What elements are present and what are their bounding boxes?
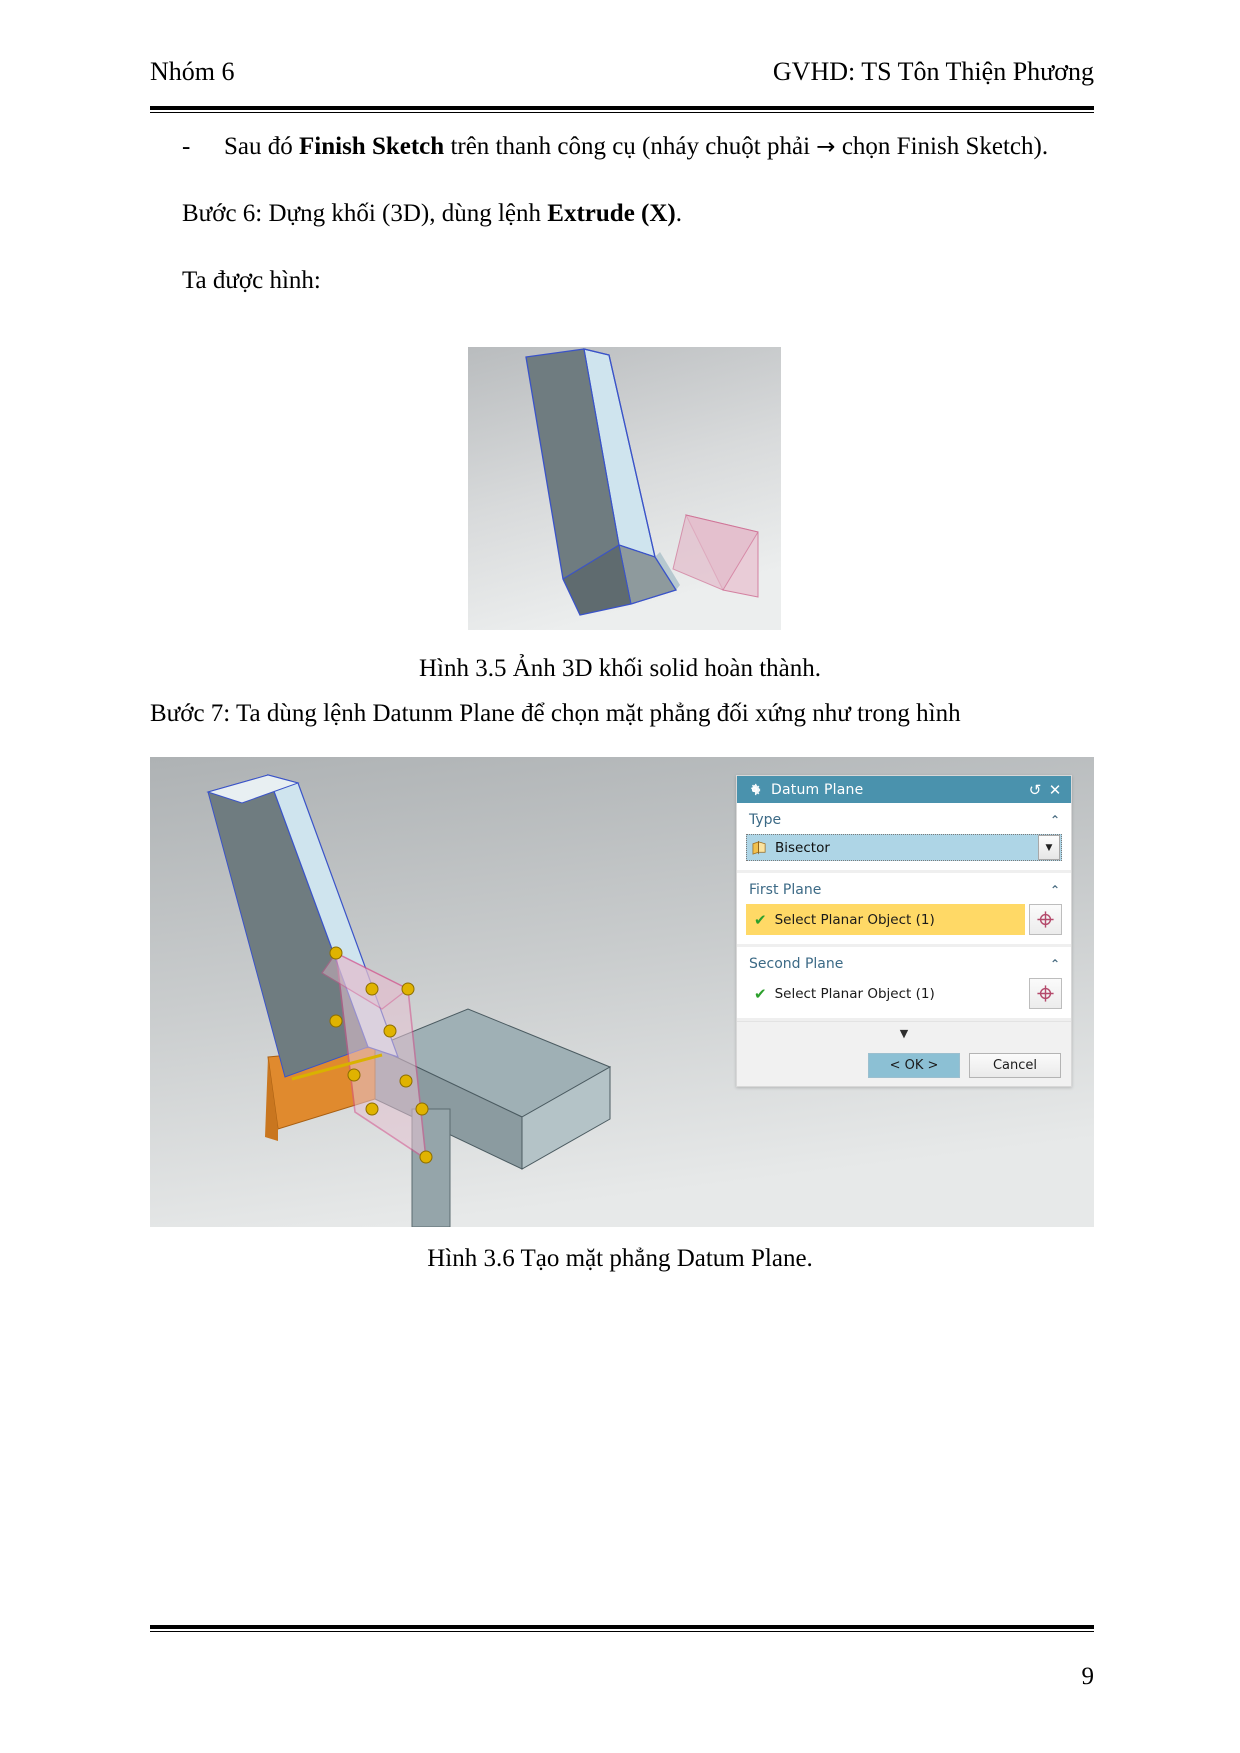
dialog-button-bar: < OK > Cancel xyxy=(737,1044,1071,1086)
select-target-icon[interactable] xyxy=(1029,904,1062,935)
chevron-up-icon[interactable]: ⌃ xyxy=(1050,813,1060,827)
bullet-text-part1: Sau đó xyxy=(224,133,299,160)
first-plane-header[interactable]: First Plane ⌃ xyxy=(746,879,1062,904)
step6-part2: . xyxy=(675,199,683,227)
second-plane-select-field[interactable]: ✔ Select Planar Object (1) xyxy=(746,978,1025,1009)
paragraph-result: Ta được hình: xyxy=(182,266,321,294)
bullet-bold-finish-sketch: Finish Sketch xyxy=(299,133,445,160)
chevron-up-icon[interactable]: ⌃ xyxy=(1050,957,1060,971)
first-plane-select-text: Select Planar Object (1) xyxy=(774,911,935,928)
type-combobox[interactable]: Bisector ▼ xyxy=(745,833,1063,862)
bisector-plane-icon xyxy=(751,840,768,855)
document-page: Nhóm 6 GVHD: TS Tôn Thiện Phương - Sau đ… xyxy=(0,0,1240,1753)
type-section-label: Type xyxy=(749,812,782,828)
paragraph-step-6: Bước 6: Dựng khối (3D), dùng lệnh Extrud… xyxy=(182,195,1094,234)
figure-3-6: Datum Plane ↺ ✕ Type ⌃ Bisector ▼ First … xyxy=(150,757,1094,1227)
datum-plane-dialog[interactable]: Datum Plane ↺ ✕ Type ⌃ Bisector ▼ First … xyxy=(736,775,1072,1087)
chevron-down-icon[interactable]: ▼ xyxy=(1038,835,1060,860)
figure-3-5-image xyxy=(468,347,781,630)
chevron-down-icon: ▼ xyxy=(899,1026,909,1040)
select-target-icon[interactable] xyxy=(1029,978,1062,1009)
first-plane-select-row[interactable]: ✔ Select Planar Object (1) xyxy=(746,904,1062,935)
right-arrow-icon: → xyxy=(816,134,836,160)
second-plane-header[interactable]: Second Plane ⌃ xyxy=(746,953,1062,978)
page-number: 9 xyxy=(1081,1663,1095,1690)
close-icon[interactable]: ✕ xyxy=(1045,780,1065,800)
figure-3-6-caption: Hình 3.6 Tạo mặt phẳng Datum Plane. xyxy=(427,1245,813,1272)
first-plane-select-field[interactable]: ✔ Select Planar Object (1) xyxy=(746,904,1025,935)
type-section: Type ⌃ Bisector ▼ xyxy=(737,803,1071,873)
header-divider xyxy=(150,106,1094,113)
second-plane-label: Second Plane xyxy=(749,956,844,972)
second-plane-select-row[interactable]: ✔ Select Planar Object (1) xyxy=(746,978,1062,1009)
step6-part1: Bước 6: Dựng khối (3D), dùng lệnh xyxy=(182,199,548,227)
header-right-text: GVHD: TS Tôn Thiện Phương xyxy=(772,57,1094,86)
check-icon: ✔ xyxy=(754,910,767,929)
type-section-header[interactable]: Type ⌃ xyxy=(746,809,1062,834)
bullet-text: Sau đó Finish Sketch trên thanh công cụ … xyxy=(224,128,1094,167)
page-header: Nhóm 6 GVHD: TS Tôn Thiện Phương xyxy=(150,56,1094,87)
bullet-text-part2: trên thanh công cụ (nháy chuột phải xyxy=(444,133,817,160)
paragraph-step-7: Bước 7: Ta dùng lệnh Datunm Plane để chọ… xyxy=(150,700,961,727)
chevron-up-icon[interactable]: ⌃ xyxy=(1050,883,1060,897)
dialog-title-text: Datum Plane xyxy=(771,781,864,798)
bullet-text-part3: chọn Finish Sketch). xyxy=(835,133,1049,160)
dialog-expander-toggle[interactable]: ▼ xyxy=(737,1021,1071,1044)
second-plane-section: Second Plane ⌃ ✔ Select Planar Object (1… xyxy=(737,947,1071,1021)
page-content: - Sau đó Finish Sketch trên thanh công c… xyxy=(150,128,1094,300)
bullet-item-finish-sketch: - Sau đó Finish Sketch trên thanh công c… xyxy=(182,128,1094,167)
ok-button[interactable]: < OK > xyxy=(868,1052,960,1078)
first-plane-section: First Plane ⌃ ✔ Select Planar Object (1) xyxy=(737,873,1071,947)
reset-icon[interactable]: ↺ xyxy=(1025,780,1045,800)
check-icon: ✔ xyxy=(754,984,767,1003)
cancel-button[interactable]: Cancel xyxy=(969,1052,1061,1078)
step6-bold-extrude: Extrude (X) xyxy=(547,199,676,227)
figure-3-5 xyxy=(468,347,781,630)
first-plane-label: First Plane xyxy=(749,882,822,898)
gear-icon xyxy=(747,782,762,797)
header-left-text: Nhóm 6 xyxy=(150,57,235,86)
footer-divider xyxy=(150,1625,1094,1632)
type-selected-value: Bisector xyxy=(775,839,830,856)
second-plane-select-text: Select Planar Object (1) xyxy=(774,985,935,1002)
dialog-title-bar: Datum Plane ↺ ✕ xyxy=(737,776,1071,803)
figure-3-5-caption: Hình 3.5 Ảnh 3D khối solid hoàn thành. xyxy=(418,655,822,682)
bullet-dash: - xyxy=(182,133,191,160)
